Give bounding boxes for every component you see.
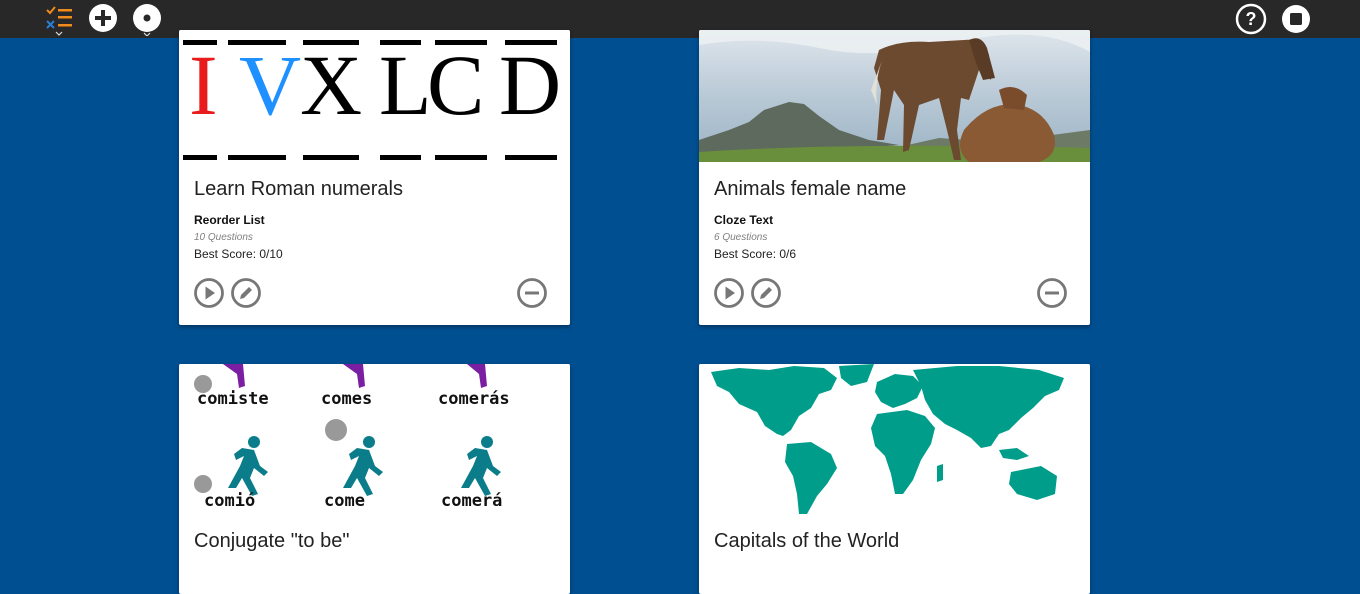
spanish-verbs-image: comiste comes comerás comió come comerá: [179, 364, 570, 514]
activity-card[interactable]: comiste comes comerás comió come comerá …: [179, 364, 570, 594]
roman-numerals-image: IVXLCD: [179, 30, 570, 162]
world-map-image: [699, 364, 1090, 514]
roman-letter: D: [499, 37, 561, 133]
verb-label: come: [324, 491, 365, 511]
play-icon[interactable]: [713, 277, 745, 309]
best-score: Best Score: 0/10: [194, 247, 283, 261]
roman-letter: I: [189, 37, 218, 133]
best-score: Best Score: 0/6: [714, 247, 797, 261]
roman-letter: C: [427, 37, 484, 133]
card-title[interactable]: Learn Roman numerals: [194, 178, 403, 201]
verb-label: comió: [204, 491, 256, 511]
verb-label: comerás: [438, 389, 510, 409]
verb-label: comes: [321, 389, 373, 409]
card-title[interactable]: Capitals of the World: [714, 530, 899, 553]
toggle-view-icon[interactable]: [130, 2, 164, 36]
verb-label: comiste: [197, 389, 269, 409]
activity-type: Reorder List: [194, 213, 265, 227]
roman-letter: V: [239, 37, 301, 133]
roman-letter: L: [379, 37, 432, 133]
edit-icon[interactable]: [230, 277, 262, 309]
activity-type: Cloze Text: [714, 213, 774, 227]
help-icon[interactable]: ?: [1234, 2, 1268, 36]
horses-image: [699, 30, 1090, 162]
stop-icon[interactable]: [1279, 2, 1313, 36]
remove-icon[interactable]: [516, 277, 548, 309]
play-icon[interactable]: [193, 277, 225, 309]
remove-icon[interactable]: [1036, 277, 1068, 309]
checklist-icon[interactable]: [43, 2, 77, 36]
question-count: 6 Questions: [714, 232, 768, 243]
activity-card[interactable]: Animals female name Cloze Text 6 Questio…: [699, 30, 1090, 325]
add-icon[interactable]: [86, 2, 120, 36]
activity-card[interactable]: Capitals of the World: [699, 364, 1090, 594]
activity-card[interactable]: IVXLCD Learn Roman numerals Reorder List…: [179, 30, 570, 325]
svg-text:?: ?: [1246, 9, 1257, 29]
card-title[interactable]: Animals female name: [714, 178, 906, 201]
card-title[interactable]: Conjugate "to be": [194, 530, 349, 553]
question-count: 10 Questions: [194, 232, 253, 243]
verb-label: comerá: [441, 491, 503, 511]
edit-icon[interactable]: [750, 277, 782, 309]
roman-letter: X: [300, 37, 362, 133]
